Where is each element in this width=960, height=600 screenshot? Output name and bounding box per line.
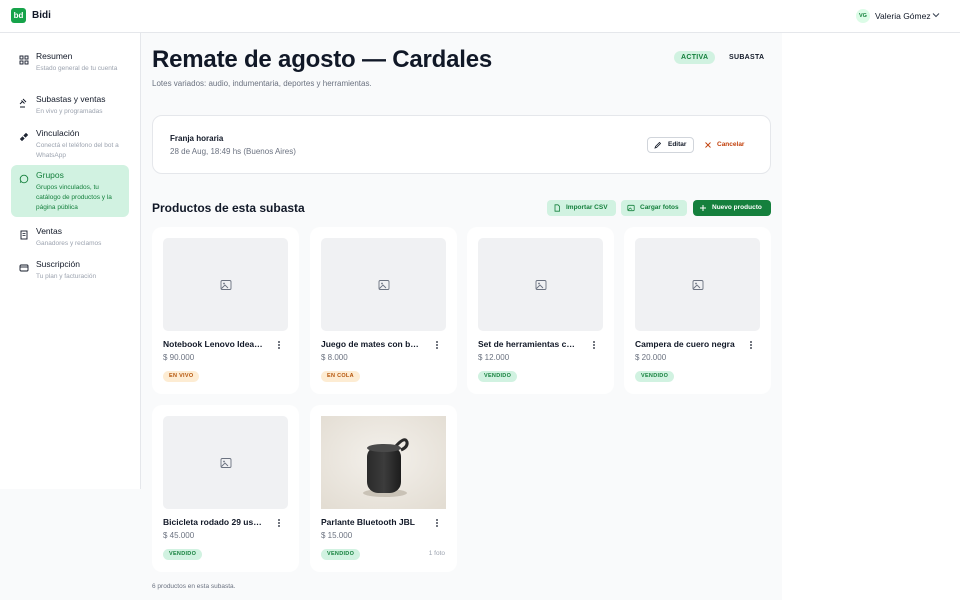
section-title: Productos de esta subasta: [152, 201, 305, 215]
type-badge: SUBASTA: [729, 54, 765, 61]
page-subtitle: Lotes variados: audio, indumentaria, dep…: [152, 79, 372, 88]
product-status-badge: EN COLA: [321, 371, 360, 382]
sidebar-item-suscripcion[interactable]: Suscripción Tu plan y facturación: [11, 254, 129, 282]
whatsapp-icon: [19, 174, 29, 184]
image-placeholder-icon: [220, 279, 231, 290]
sidebar-item-description: Ganadores y reclamos: [36, 240, 102, 247]
chevron-down-icon[interactable]: [931, 10, 941, 20]
sidebar-item-label: Resumen: [36, 51, 73, 61]
product-image-placeholder: [321, 238, 446, 331]
product-price: $ 12.000: [478, 353, 510, 362]
sidebar: Resumen Estado general de tu cuenta Suba…: [0, 33, 141, 489]
kebab-menu-icon[interactable]: [432, 340, 442, 350]
upload-photos-button[interactable]: Cargar fotos: [621, 200, 687, 216]
product-name: Juego de mates con bombilla: [321, 339, 421, 349]
product-status-badge: EN VIVO: [163, 371, 200, 382]
image-placeholder-icon: [220, 457, 231, 468]
avatar[interactable]: VG: [856, 9, 870, 23]
app-logo[interactable]: bd: [11, 8, 26, 23]
file-icon: [554, 204, 560, 212]
product-card[interactable]: Set de herramientas completo $ 12.000 VE…: [467, 227, 614, 394]
product-name: Campera de cuero negra: [635, 339, 735, 349]
sidebar-item-label: Suscripción: [36, 259, 80, 269]
schedule-label: Franja horaria: [170, 134, 224, 143]
product-status-badge: VENDIDO: [163, 549, 203, 560]
photo-count: 1 foto: [428, 550, 445, 557]
edit-button[interactable]: Editar: [647, 137, 695, 153]
product-status-badge: VENDIDO: [478, 371, 518, 382]
receipt-icon: [20, 230, 28, 240]
status-badge: ACTIVA: [674, 51, 716, 64]
cancel-button-label: Cancelar: [717, 141, 745, 148]
kebab-menu-icon[interactable]: [274, 518, 284, 528]
product-image-placeholder: [163, 416, 288, 509]
product-name: Bicicleta rodado 29 usada: [163, 517, 263, 527]
product-count-note: 6 productos en esta subasta.: [152, 583, 236, 590]
user-name[interactable]: Valeria Gómez: [875, 11, 931, 21]
top-bar: bd Bidi VG Valeria Gómez: [0, 0, 960, 33]
sidebar-item-label: Ventas: [36, 226, 62, 236]
sidebar-item-subastas[interactable]: Subastas y ventas En vivo y programadas: [11, 89, 129, 117]
cancel-button[interactable]: Cancelar: [703, 137, 744, 153]
kebab-menu-icon[interactable]: [589, 340, 599, 350]
gavel-icon: [19, 98, 27, 108]
app-name: Bidi: [32, 10, 51, 21]
product-name: Parlante Bluetooth JBL: [321, 517, 415, 527]
product-price: $ 20.000: [635, 353, 667, 362]
sidebar-item-label: Grupos: [36, 170, 64, 180]
sidebar-item-label: Vinculación: [36, 128, 80, 138]
import-csv-button[interactable]: Importar CSV: [547, 200, 616, 216]
product-image-placeholder: [635, 238, 760, 331]
product-status-badge: VENDIDO: [635, 371, 675, 382]
sidebar-item-description: Conectá el teléfono del bot a WhatsApp: [36, 142, 119, 159]
product-card[interactable]: Parlante Bluetooth JBL $ 15.000 VENDIDO …: [310, 405, 457, 572]
schedule-value: 28 de Aug, 18:49 hs (Buenos Aires): [170, 147, 296, 156]
close-icon: [705, 142, 711, 148]
product-card[interactable]: Bicicleta rodado 29 usada $ 45.000 VENDI…: [152, 405, 299, 572]
product-name: Notebook Lenovo IdeaPad: [163, 339, 263, 349]
right-panel: [782, 33, 960, 600]
kebab-menu-icon[interactable]: [432, 518, 442, 528]
sidebar-item-grupos[interactable]: Grupos Grupos vinculados, tu catálogo de…: [11, 165, 129, 217]
grid-icon: [19, 55, 29, 65]
product-status-badge: VENDIDO: [321, 549, 361, 560]
image-placeholder-icon: [535, 279, 546, 290]
sidebar-item-vinculacion[interactable]: Vinculación Conectá el teléfono del bot …: [11, 123, 129, 161]
edit-button-label: Editar: [668, 141, 687, 148]
speaker-photo: [321, 416, 446, 509]
image-placeholder-icon: [378, 279, 389, 290]
sidebar-item-description: Estado general de tu cuenta: [36, 65, 118, 72]
kebab-menu-icon[interactable]: [746, 340, 756, 350]
pencil-icon: [654, 141, 662, 149]
product-name: Set de herramientas completo: [478, 339, 578, 349]
import-csv-label: Importar CSV: [566, 204, 608, 211]
new-product-button[interactable]: Nuevo producto: [693, 200, 771, 216]
plus-icon: [700, 205, 706, 211]
product-price: $ 90.000: [163, 353, 195, 362]
credit-card-icon: [19, 264, 29, 272]
sidebar-item-label: Subastas y ventas: [36, 94, 106, 104]
product-image-placeholder: [163, 238, 288, 331]
schedule-card: Franja horaria 28 de Aug, 18:49 hs (Buen…: [152, 115, 771, 174]
sidebar-item-description: Tu plan y facturación: [36, 273, 97, 280]
link-icon: [19, 132, 29, 142]
product-card[interactable]: Juego de mates con bombilla $ 8.000 EN C…: [310, 227, 457, 394]
product-photo: [321, 416, 446, 509]
page-title: Remate de agosto — Cardales: [152, 46, 493, 73]
product-card[interactable]: Notebook Lenovo IdeaPad $ 90.000 EN VIVO: [152, 227, 299, 394]
new-product-label: Nuevo producto: [712, 204, 762, 211]
sidebar-item-ventas[interactable]: Ventas Ganadores y reclamos: [11, 221, 129, 249]
image-placeholder-icon: [692, 279, 703, 290]
image-icon: [627, 204, 635, 212]
product-price: $ 45.000: [163, 531, 195, 540]
sidebar-item-description: En vivo y programadas: [36, 108, 103, 115]
product-price: $ 8.000: [321, 353, 348, 362]
product-image-placeholder: [478, 238, 603, 331]
product-price: $ 15.000: [321, 531, 353, 540]
sidebar-item-description: Grupos vinculados, tu catálogo de produc…: [36, 184, 112, 211]
upload-photos-label: Cargar fotos: [640, 204, 679, 211]
kebab-menu-icon[interactable]: [274, 340, 284, 350]
product-card[interactable]: Campera de cuero negra $ 20.000 VENDIDO: [624, 227, 771, 394]
sidebar-item-resumen[interactable]: Resumen Estado general de tu cuenta: [11, 46, 129, 84]
